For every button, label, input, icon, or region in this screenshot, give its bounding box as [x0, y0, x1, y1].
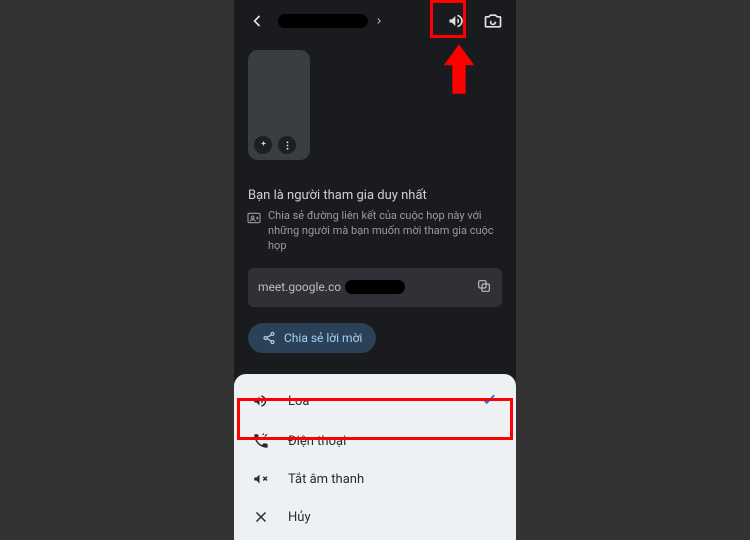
audio-option-label: Tắt âm thanh: [288, 472, 364, 487]
redacted-link-tail: [345, 280, 405, 294]
audio-option-cancel[interactable]: Hủy: [234, 498, 516, 536]
meeting-link-text: meet.google.co: [258, 280, 341, 294]
audio-option-label: Loa: [288, 394, 310, 409]
annotation-arrow-up: [440, 44, 478, 102]
self-video-preview: [248, 50, 310, 160]
audio-option-phone[interactable]: Điện thoại: [234, 422, 516, 460]
effects-button[interactable]: [254, 136, 272, 154]
share-hint-text: Chia sẻ đường liên kết của cuộc họp này …: [268, 209, 504, 254]
participant-status: Bạn là người tham gia duy nhất: [248, 188, 502, 203]
audio-output-sheet: Loa Điện thoại Tắt âm thanh Hủy: [234, 374, 516, 540]
audio-option-mute[interactable]: Tắt âm thanh: [234, 460, 516, 498]
redacted-title: [278, 14, 368, 28]
audio-option-label: Hủy: [288, 510, 311, 525]
share-invite-button[interactable]: Chia sẻ lời mời: [248, 323, 376, 353]
preview-more-button[interactable]: [278, 136, 296, 154]
close-icon: [252, 508, 270, 526]
share-hint-row: Chia sẻ đường liên kết của cuộc họp này …: [246, 209, 504, 254]
phone-icon: [252, 432, 270, 450]
share-icon: [262, 331, 276, 345]
switch-camera-button[interactable]: [478, 6, 508, 36]
audio-option-speaker[interactable]: Loa: [234, 380, 516, 422]
audio-output-button[interactable]: [442, 6, 472, 36]
copy-link-button[interactable]: [476, 278, 492, 297]
share-invite-label: Chia sẻ lời mời: [284, 331, 362, 345]
audio-option-label: Điện thoại: [288, 434, 346, 449]
check-icon: [480, 390, 498, 412]
app-screen: Bạn là người tham gia duy nhất Chia sẻ đ…: [234, 0, 516, 540]
back-button[interactable]: [242, 6, 272, 36]
chevron-right-icon: [374, 16, 384, 26]
top-bar: [234, 0, 516, 42]
mute-icon: [252, 470, 270, 488]
speaker-icon: [252, 392, 270, 410]
add-person-icon: [246, 210, 262, 226]
meeting-link-box: meet.google.co: [248, 268, 502, 307]
